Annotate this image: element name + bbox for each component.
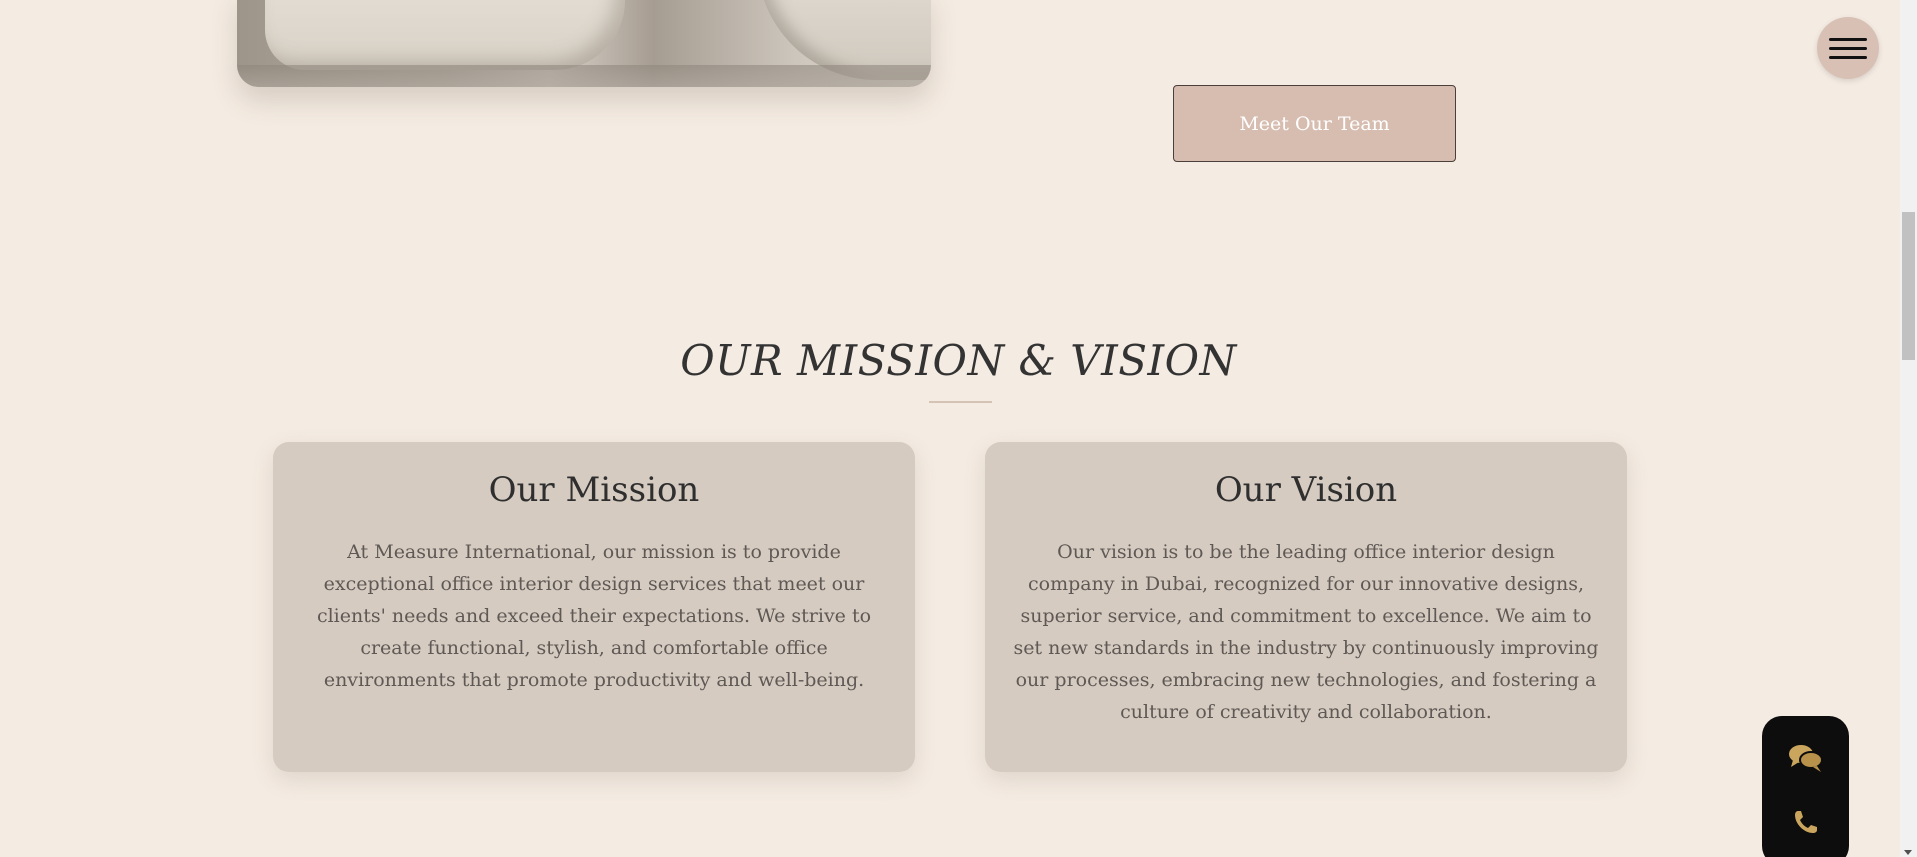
menu-line [1829, 37, 1867, 41]
mission-text: At Measure International, our mission is… [316, 541, 872, 691]
vision-card: Our Vision Our vision is to be the leadi… [985, 442, 1627, 772]
mission-card: Our Mission At Measure International, ou… [273, 442, 915, 772]
menu-line [1829, 55, 1867, 59]
vision-text: Our vision is to be the leading office i… [1013, 541, 1599, 723]
contact-widget [1762, 716, 1849, 857]
mission-title: Our Mission [488, 470, 700, 510]
scroll-down-arrow-icon[interactable] [1904, 850, 1912, 855]
chat-bubbles-icon[interactable] [1786, 740, 1826, 776]
floor [237, 65, 931, 87]
scrollbar[interactable] [1900, 0, 1917, 857]
hero-image [237, 0, 931, 87]
vision-title: Our Vision [1214, 470, 1398, 510]
meet-our-team-button[interactable]: Meet Our Team [1173, 85, 1456, 162]
hamburger-menu-icon[interactable] [1817, 17, 1879, 79]
scrollbar-thumb[interactable] [1902, 212, 1915, 360]
lounge-chair-left [265, 0, 625, 70]
page: Meet Our Team OUR MISSION & VISION Our M… [0, 0, 1917, 857]
title-divider [929, 401, 992, 403]
phone-icon[interactable] [1786, 804, 1826, 840]
menu-line [1829, 46, 1867, 50]
section-title: OUR MISSION & VISION [680, 336, 1237, 385]
